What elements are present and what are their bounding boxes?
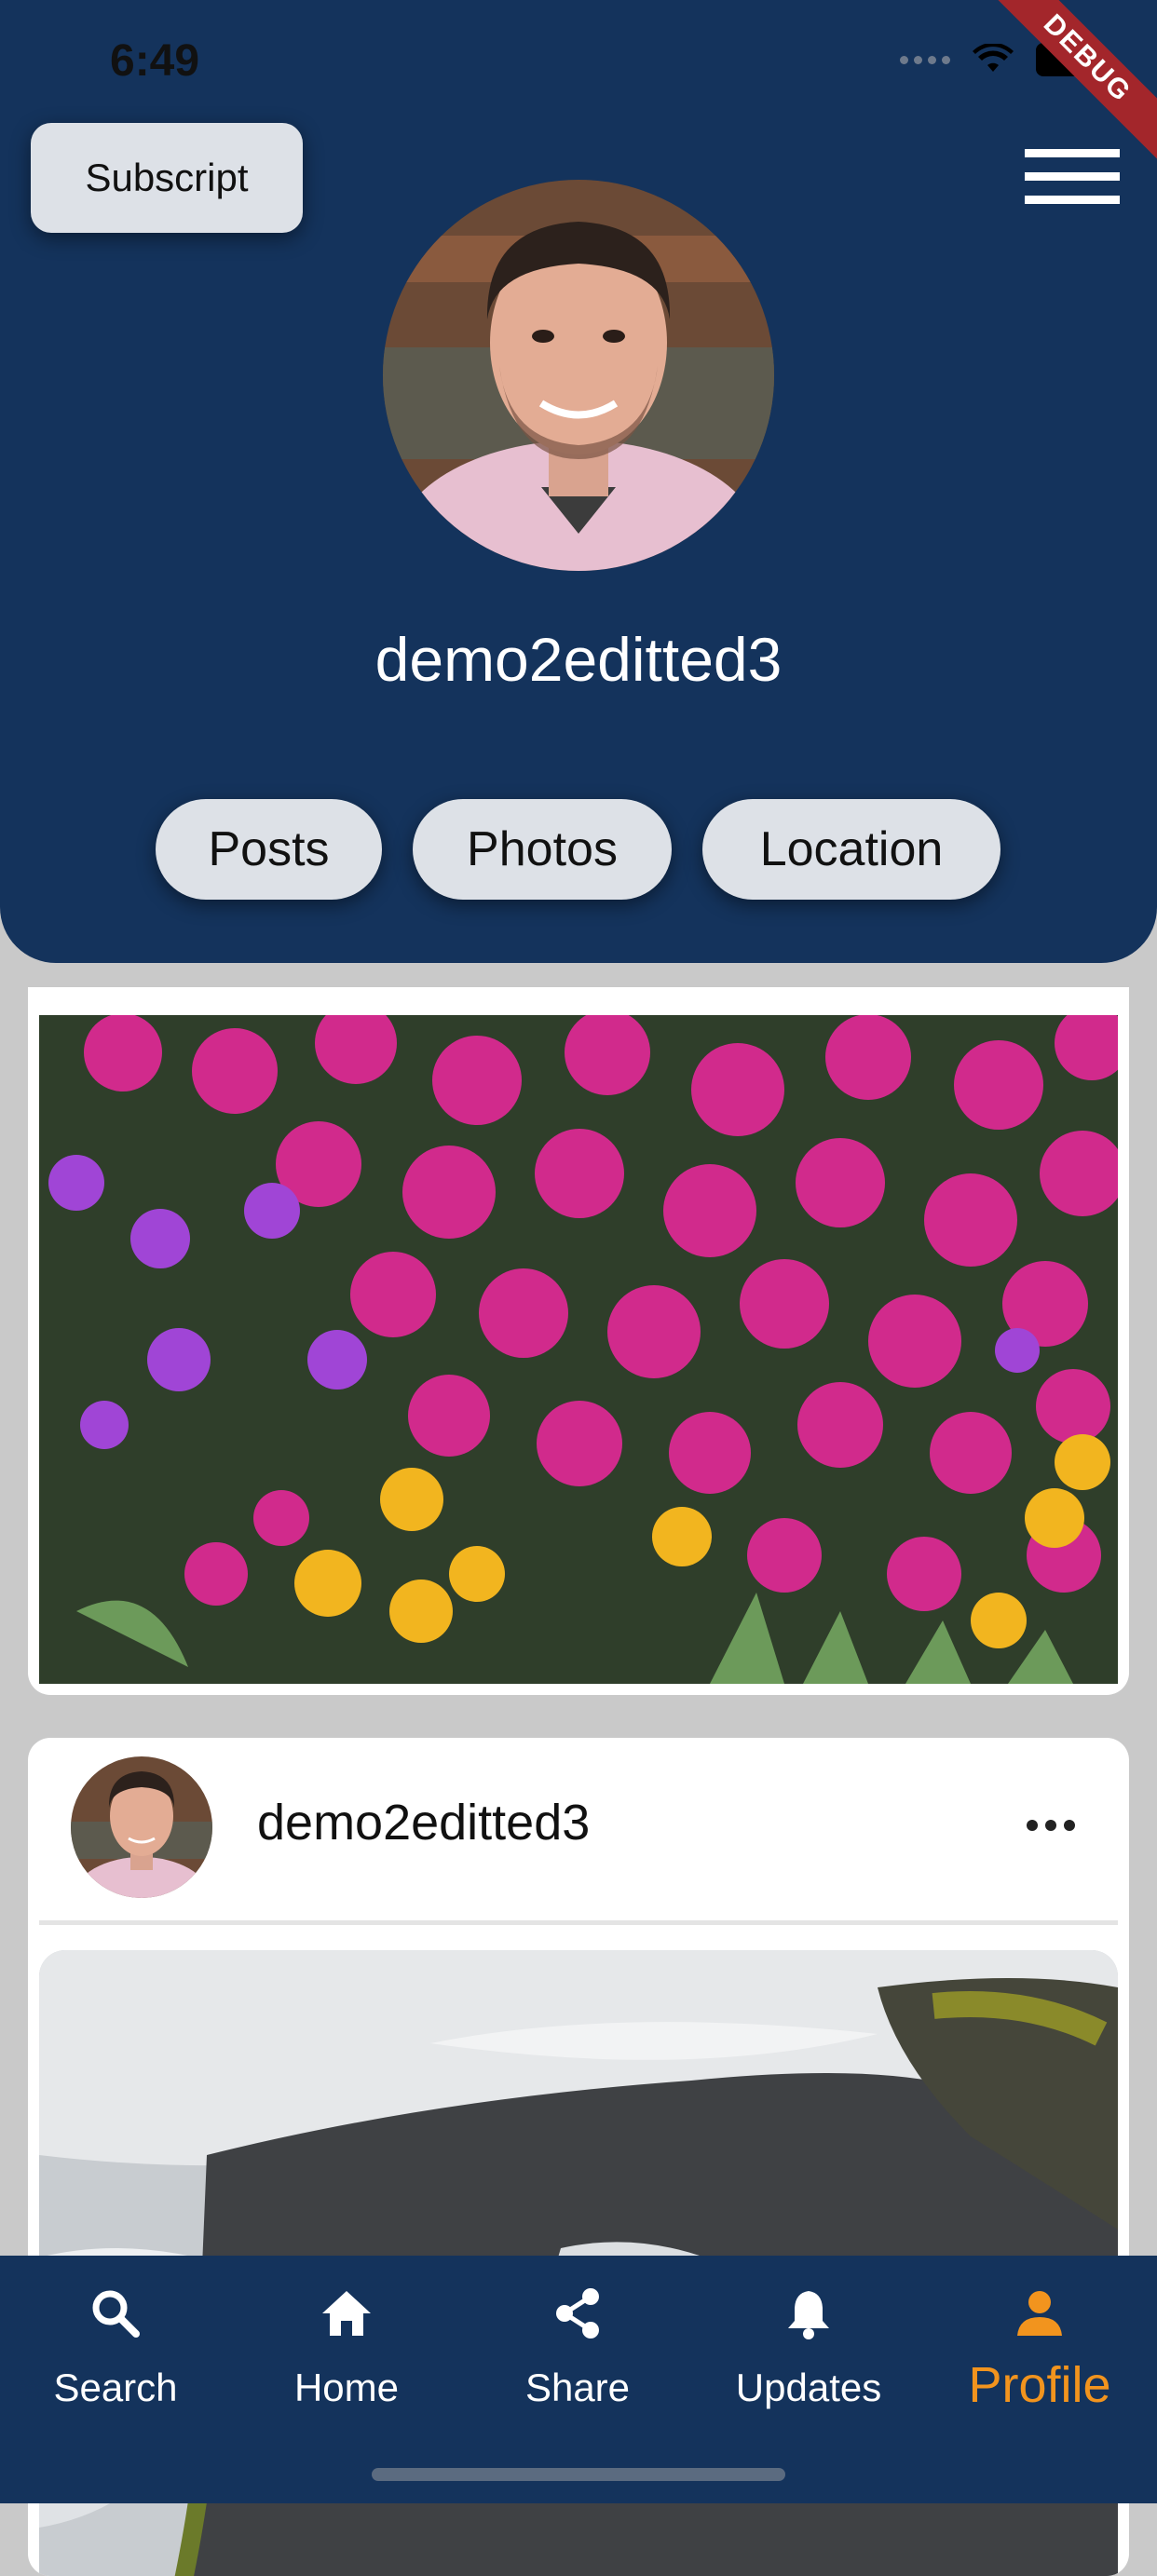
profile-header: 6:49 DEBUG Subscript demo2editted3 Posts… [0, 0, 1157, 963]
hamburger-menu-icon[interactable] [1025, 149, 1120, 207]
more-options-icon[interactable] [1027, 1820, 1075, 1831]
tab-photos[interactable]: Photos [413, 799, 672, 900]
home-icon [322, 2291, 371, 2336]
post-author-username[interactable]: demo2editted3 [257, 1794, 590, 1851]
divider [39, 1920, 1118, 1925]
nav-search-label: Search [53, 2366, 178, 2409]
share-icon [556, 2288, 599, 2339]
debug-banner: DEBUG [976, 0, 1157, 169]
profile-username: demo2editted3 [374, 625, 783, 694]
post-author-avatar[interactable] [71, 1756, 212, 1898]
nav-updates-label: Updates [735, 2366, 882, 2409]
post-photo-flowers[interactable] [39, 1002, 1129, 1684]
nav-share-label: Share [524, 2366, 631, 2409]
bell-icon [788, 2291, 829, 2339]
nav-home-label: Home [293, 2366, 400, 2409]
nav-updates[interactable]: Updates [693, 2256, 924, 2461]
wifi-icon [973, 44, 1014, 72]
nav-profile[interactable]: Profile [924, 2256, 1155, 2461]
tab-location[interactable]: Location [702, 799, 1000, 900]
nav-search[interactable]: Search [0, 2256, 231, 2461]
status-time: 6:49 [110, 36, 200, 86]
person-icon [1017, 2291, 1062, 2336]
home-indicator[interactable] [372, 2468, 785, 2481]
subscript-button[interactable]: Subscript [31, 123, 303, 233]
post-card [28, 987, 1129, 1695]
signal-icon [900, 55, 950, 64]
profile-avatar[interactable] [383, 180, 774, 571]
nav-home[interactable]: Home [231, 2256, 462, 2461]
search-icon [92, 2290, 140, 2338]
nav-share[interactable]: Share [462, 2256, 693, 2461]
tab-posts[interactable]: Posts [156, 799, 382, 900]
nav-profile-label: Profile [968, 2357, 1111, 2413]
bottom-navigation-bar: Search Home Share Updates Profile [0, 2256, 1157, 2503]
